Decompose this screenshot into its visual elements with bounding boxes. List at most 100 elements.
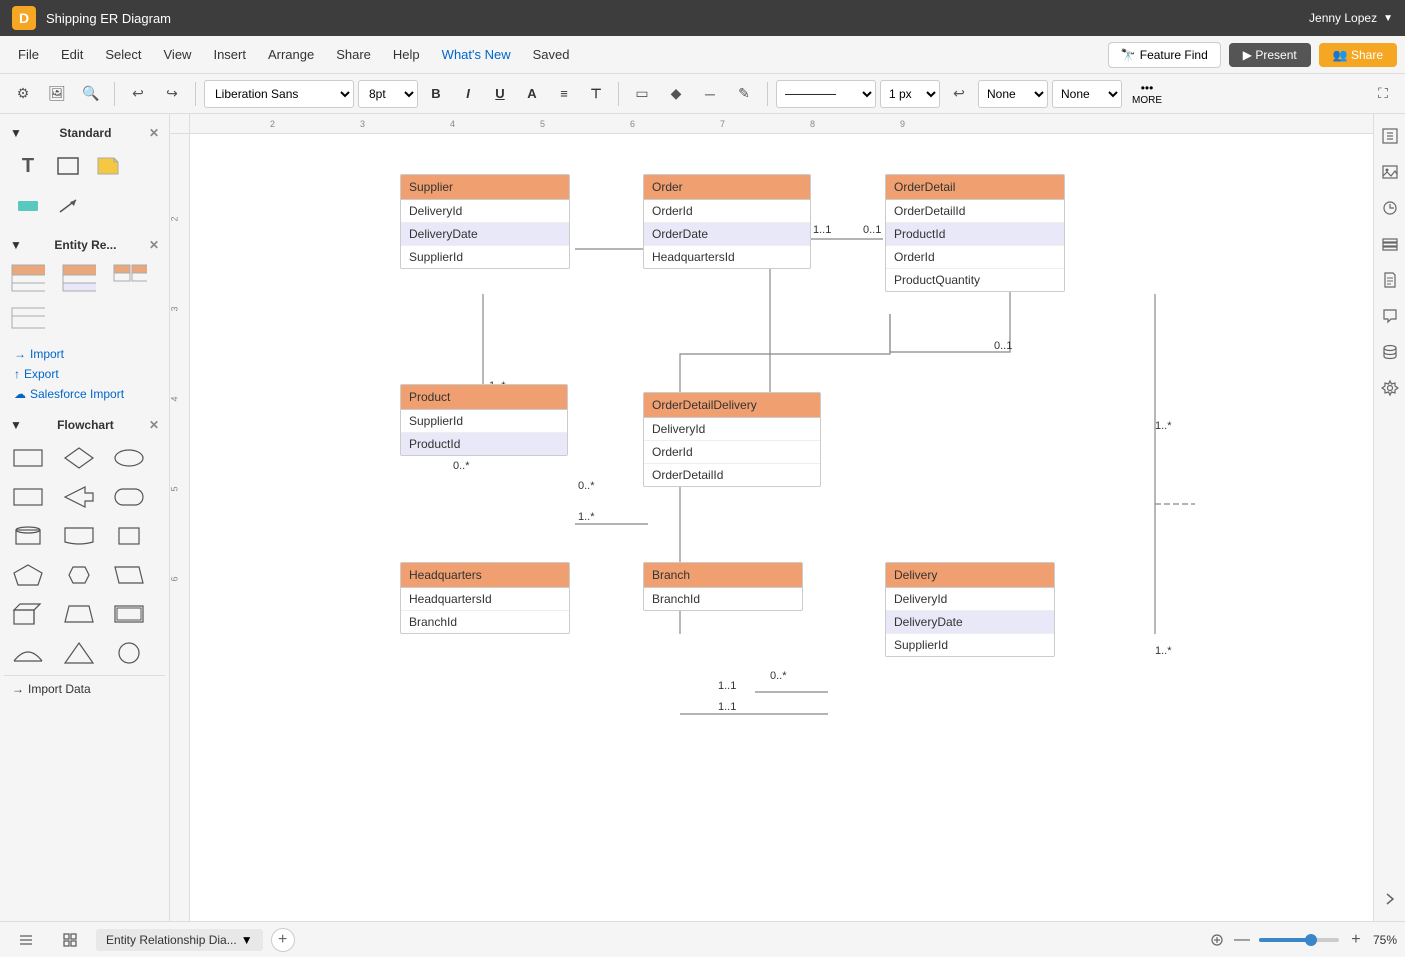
fill-color-button[interactable]: ◆ (661, 80, 691, 108)
layers-panel-button[interactable] (1376, 230, 1404, 258)
menu-arrange[interactable]: Arrange (258, 43, 324, 66)
fc-pentagon[interactable] (10, 557, 46, 593)
line-weight-select[interactable]: 1 px (880, 80, 940, 108)
zoom-in-button[interactable]: + (1345, 929, 1367, 951)
supplier-table[interactable]: Supplier DeliveryId DeliveryDate Supplie… (400, 174, 570, 269)
fc-rounded[interactable] (111, 479, 147, 515)
import-button[interactable]: → Import (10, 344, 159, 364)
font-select[interactable]: Liberation Sans (204, 80, 354, 108)
fc-cylinder[interactable] (10, 518, 46, 554)
expand-right-button[interactable] (1376, 885, 1404, 913)
salesforce-import-button[interactable]: ☁ Salesforce Import (10, 384, 159, 404)
more-button[interactable]: ••• MORE (1126, 79, 1168, 108)
line-style-select[interactable]: ────── (776, 80, 876, 108)
waypoint-button[interactable]: ↩ (944, 80, 974, 108)
er-shape-1[interactable] (10, 260, 46, 296)
comment-panel-button[interactable] (1376, 302, 1404, 330)
font-size-select[interactable]: 8pt (358, 80, 418, 108)
redo-button[interactable]: ↪ (157, 80, 187, 108)
settings-panel-button[interactable] (1376, 374, 1404, 402)
plugin-button[interactable]: ⚙ (8, 80, 38, 108)
feature-find-button[interactable]: 🔭 Feature Find (1108, 42, 1221, 68)
user-chevron: ▼ (1383, 13, 1393, 24)
menu-insert[interactable]: Insert (203, 43, 256, 66)
line-style-button[interactable]: ─ (695, 80, 725, 108)
zoom-out-button[interactable]: — (1231, 929, 1253, 951)
product-table[interactable]: Product SupplierId ProductId (400, 384, 568, 456)
headquarters-table[interactable]: Headquarters HeadquartersId BranchId (400, 562, 570, 634)
conn-start-select[interactable]: None (978, 80, 1048, 108)
fc-doc[interactable] (61, 518, 97, 554)
clock-panel-button[interactable] (1376, 194, 1404, 222)
image-button[interactable]: 🖼 (42, 80, 72, 108)
shape-note[interactable] (90, 148, 126, 184)
branch-field-1: BranchId (644, 588, 802, 610)
database-panel-button[interactable] (1376, 338, 1404, 366)
fc-arrow-right[interactable] (61, 479, 97, 515)
edit-style-button[interactable]: ✎ (729, 80, 759, 108)
fullscreen-button[interactable]: ⛶ (1369, 80, 1397, 108)
align-button[interactable]: ≡ (550, 80, 578, 108)
fc-arc[interactable] (10, 635, 46, 671)
menu-help[interactable]: Help (383, 43, 430, 66)
er-shape-2[interactable] (61, 260, 97, 296)
fc-triangle[interactable] (61, 635, 97, 671)
user-area[interactable]: Jenny Lopez ▼ (1309, 11, 1393, 25)
er-shape-4[interactable] (10, 300, 46, 336)
format-panel-button[interactable] (1376, 122, 1404, 150)
zoom-slider-thumb[interactable] (1305, 934, 1317, 946)
undo-button[interactable]: ↩ (123, 80, 153, 108)
fc-square[interactable] (111, 518, 147, 554)
fc-circle[interactable] (111, 635, 147, 671)
doc-panel-button[interactable] (1376, 266, 1404, 294)
flowchart-panel-close[interactable]: ✕ (149, 418, 159, 432)
menu-file[interactable]: File (8, 43, 49, 66)
diagram-tab[interactable]: Entity Relationship Dia... ▼ (96, 929, 263, 951)
menu-edit[interactable]: Edit (51, 43, 93, 66)
menu-saved[interactable]: Saved (523, 43, 580, 66)
shape-arrow[interactable] (50, 188, 86, 224)
delivery-table[interactable]: Delivery DeliveryId DeliveryDate Supplie… (885, 562, 1055, 657)
entity-panel-close[interactable]: ✕ (149, 238, 159, 252)
fc-diamond[interactable] (61, 440, 97, 476)
er-shape-3[interactable] (112, 260, 148, 296)
add-tab-button[interactable]: + (271, 928, 295, 952)
italic-button[interactable]: I (454, 80, 482, 108)
list-view-button[interactable] (8, 928, 44, 952)
image-panel-button[interactable] (1376, 158, 1404, 186)
menu-share[interactable]: Share (326, 43, 381, 66)
share-button[interactable]: 👥 Share (1319, 43, 1397, 67)
shape-text[interactable]: T (10, 148, 46, 184)
menu-whats-new[interactable]: What's New (432, 43, 521, 66)
bold-button[interactable]: B (422, 80, 450, 108)
border-shape-button[interactable]: ▭ (627, 80, 657, 108)
grid-view-button[interactable] (52, 928, 88, 952)
orderdetail-table[interactable]: OrderDetail OrderDetailId ProductId Orde… (885, 174, 1065, 292)
fc-trapezoid[interactable] (61, 596, 97, 632)
valign-button[interactable]: ⊤ (582, 80, 610, 108)
fc-rect[interactable] (10, 440, 46, 476)
fc-oval[interactable] (111, 440, 147, 476)
standard-panel-close[interactable]: ✕ (149, 126, 159, 140)
fc-parallelogram[interactable] (111, 557, 147, 593)
menu-view[interactable]: View (154, 43, 202, 66)
conn-end-select[interactable]: None (1052, 80, 1122, 108)
shape-rect[interactable] (50, 148, 86, 184)
fc-cube[interactable] (10, 596, 46, 632)
present-button[interactable]: ▶ Present (1229, 43, 1311, 67)
menu-select[interactable]: Select (95, 43, 151, 66)
zoom-slider[interactable] (1259, 938, 1339, 942)
fc-hexagon[interactable] (61, 557, 97, 593)
search-button[interactable]: 🔍 (76, 80, 106, 108)
branch-table[interactable]: Branch BranchId (643, 562, 803, 611)
diagram-canvas[interactable]: 1..* 0..* 0..* 1..1 0..1 0..1 1..* 1..* … (190, 134, 1373, 921)
export-button[interactable]: ↑ Export (10, 364, 159, 384)
font-color-button[interactable]: A (518, 80, 546, 108)
fc-double-rect[interactable] (111, 596, 147, 632)
import-data-button[interactable]: → Import Data (4, 675, 165, 702)
fc-rect2[interactable] (10, 479, 46, 515)
order-table[interactable]: Order OrderId OrderDate HeadquartersId (643, 174, 811, 269)
orderdetaildelivery-table[interactable]: OrderDetailDelivery DeliveryId OrderId O… (643, 392, 821, 487)
underline-button[interactable]: U (486, 80, 514, 108)
shape-green-rect[interactable] (10, 188, 46, 224)
